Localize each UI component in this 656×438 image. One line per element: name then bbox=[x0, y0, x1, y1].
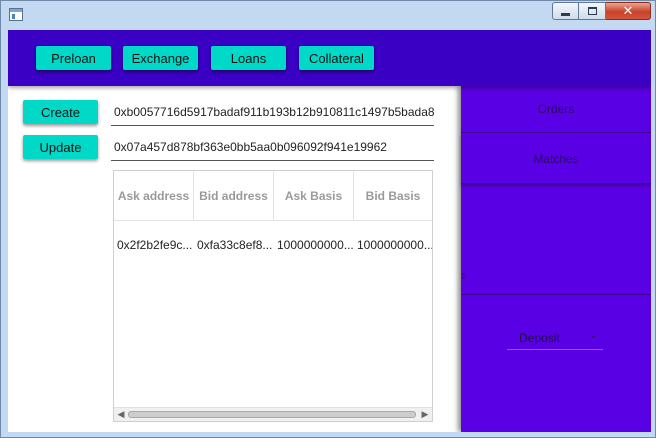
create-address-field[interactable]: 0xb0057716d5917badaf911b193b12b910811c14… bbox=[111, 98, 434, 126]
horizontal-scrollbar[interactable]: ◀ ▶ bbox=[114, 407, 432, 421]
close-button[interactable]: ✕ bbox=[606, 2, 651, 20]
deposit-dropdown-label: Deposit bbox=[519, 330, 560, 345]
nav-preloan-button[interactable]: Preloan bbox=[36, 46, 111, 70]
minimize-button[interactable] bbox=[552, 2, 579, 20]
table-cell-bid-address: 0xfa33c8ef8... bbox=[197, 238, 273, 252]
table-cell-ask-address: 0x2f2b2fe9c... bbox=[117, 238, 193, 252]
minimize-icon bbox=[561, 12, 570, 16]
caption-buttons: ✕ bbox=[552, 2, 651, 20]
close-icon: ✕ bbox=[622, 3, 634, 19]
nav-loans-button[interactable]: Loans bbox=[211, 46, 286, 70]
table-cell-ask-basis: 1000000000... bbox=[277, 238, 354, 252]
orders-data-grid[interactable]: Ask address Bid address Ask Basis Bid Ba… bbox=[113, 170, 433, 422]
tab-matches[interactable]: Matches bbox=[461, 134, 651, 184]
maximize-button[interactable] bbox=[579, 2, 606, 20]
create-button[interactable]: Create bbox=[23, 100, 98, 124]
scrollbar-thumb[interactable] bbox=[128, 411, 416, 418]
scroll-right-icon[interactable]: ▶ bbox=[418, 408, 432, 421]
chevron-down-icon: ⌄ bbox=[589, 331, 597, 341]
top-nav-bar: Preloan Exchange Loans Collateral bbox=[8, 30, 651, 86]
column-header-ask-basis[interactable]: Ask Basis bbox=[274, 171, 354, 221]
app-window: ✕ Preloan Exchange Loans Collateral Crea… bbox=[0, 0, 656, 438]
maximize-icon bbox=[587, 7, 597, 15]
table-cell-bid-basis: 1000000000... bbox=[357, 238, 432, 252]
title-bar[interactable]: ✕ bbox=[1, 1, 655, 29]
nav-collateral-button[interactable]: Collateral bbox=[299, 46, 374, 70]
update-address-field[interactable]: 0x07a457d878bf363e0bb5aa0b096092f941e199… bbox=[111, 133, 434, 161]
side-panel-partial-text: s bbox=[461, 270, 467, 282]
update-button[interactable]: Update bbox=[23, 135, 98, 159]
grid-header: Ask address Bid address Ask Basis Bid Ba… bbox=[114, 171, 432, 221]
side-divider bbox=[461, 294, 651, 295]
deposit-dropdown[interactable]: Deposit ⌄ bbox=[507, 326, 603, 350]
nav-exchange-button[interactable]: Exchange bbox=[123, 46, 198, 70]
window-app-icon[interactable] bbox=[9, 8, 23, 21]
scroll-left-icon[interactable]: ◀ bbox=[114, 408, 128, 421]
table-row[interactable]: 0x2f2b2fe9c... 0xfa33c8ef8... 1000000000… bbox=[114, 233, 432, 257]
tab-orders[interactable]: Orders bbox=[461, 86, 651, 133]
column-header-ask-address[interactable]: Ask address bbox=[114, 171, 194, 221]
side-panel: Orders Matches s Deposit ⌄ bbox=[461, 86, 651, 432]
main-panel: Create Update 0xb0057716d5917badaf911b19… bbox=[8, 86, 461, 432]
column-header-bid-basis[interactable]: Bid Basis bbox=[354, 171, 432, 221]
client-area: Preloan Exchange Loans Collateral Create… bbox=[8, 30, 651, 432]
column-header-bid-address[interactable]: Bid address bbox=[194, 171, 274, 221]
